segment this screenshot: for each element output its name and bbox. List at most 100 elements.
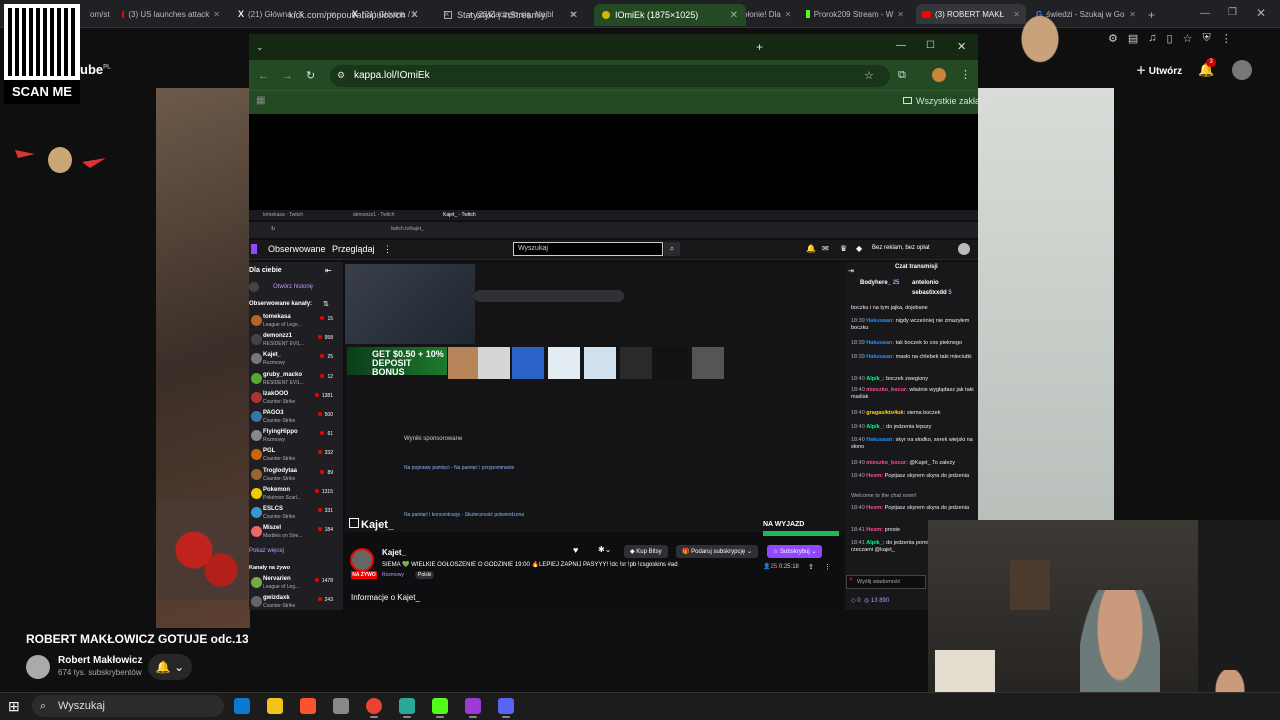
search-icon[interactable]: ⌕ <box>664 242 680 256</box>
more-options-icon[interactable]: ⋮ <box>824 563 831 571</box>
star-icon[interactable]: ☆ <box>864 69 874 82</box>
outer-tab[interactable]: Prorok209 Stream - W ✕ <box>800 4 910 24</box>
sidebar-channel[interactable]: Troglodytaa Counter-Strike 89 <box>249 467 343 485</box>
top-gifter[interactable]: sebastixxdd 5 <box>912 290 952 296</box>
inner-reload-icon[interactable]: ↻ <box>271 226 275 232</box>
profile-avatar[interactable] <box>932 68 946 82</box>
discord-taskbar-icon[interactable] <box>498 698 514 718</box>
search-result-link[interactable]: Na pamięć i koncentrację - Skuteczność p… <box>404 512 524 518</box>
windows-start-icon[interactable]: ⊞ <box>8 698 24 714</box>
language-tag[interactable]: Polski <box>415 571 435 579</box>
collapse-icon[interactable]: ⇤ <box>325 266 332 275</box>
top-gifter[interactable]: antelonio <box>912 280 939 286</box>
twitch-logo-icon[interactable] <box>251 244 257 254</box>
sort-icon[interactable]: ⇅ <box>323 300 329 308</box>
extensions-icon[interactable]: ⧉ <box>898 69 906 82</box>
nav-browse[interactable]: Przeglądaj <box>332 244 375 254</box>
account-avatar[interactable] <box>1232 60 1252 80</box>
close-tab-icon[interactable]: ✕ <box>730 10 738 21</box>
sidebar-channel[interactable]: demonzz1 RESIDENT EVIL... 958 <box>249 332 343 350</box>
close-tab-icon[interactable]: ✕ <box>410 10 418 21</box>
outer-tab[interactable]: om/st <box>80 4 110 24</box>
sidebar-channel[interactable]: gruby_macko RESIDENT EVIL... 12 <box>249 371 343 389</box>
sidebar-channel[interactable]: PAGO3 Counter-Strike 500 <box>249 409 343 427</box>
taskbar-search[interactable]: ⌕ Wyszukaj <box>32 695 224 717</box>
music-icon[interactable]: ♫ <box>1148 32 1156 50</box>
bits-icon[interactable]: ◆ <box>856 244 862 253</box>
app2-taskbar-icon[interactable] <box>399 698 415 718</box>
close-tab-icon[interactable]: ✕ <box>785 10 792 19</box>
stream-category[interactable]: Rozmowy <box>382 572 404 578</box>
sidebar-channel[interactable]: PGL Counter-Strike 332 <box>249 447 343 465</box>
app-taskbar-icon[interactable] <box>333 698 349 714</box>
notification-settings-icon[interactable]: ✱⌄ <box>598 545 611 554</box>
forward-icon[interactable]: → <box>282 70 293 82</box>
close-tab-icon[interactable]: ✕ <box>897 10 904 19</box>
follow-heart-icon[interactable]: ♥ <box>573 545 578 555</box>
sidebar-channel[interactable]: gwizdaxk Counter-Strike 243 <box>249 594 343 612</box>
channel-name[interactable]: Robert Makłowicz <box>58 655 142 666</box>
popup-tab-image[interactable]: IOmiEk (1875×1025) ✕ <box>594 4 746 26</box>
popup-maximize-button[interactable]: ☐ <box>926 40 935 51</box>
close-tab-icon[interactable]: ✕ <box>213 10 220 19</box>
sidebar-channel[interactable]: FlyingHippo Rozmowy 61 <box>249 428 343 446</box>
chrome-taskbar-icon[interactable] <box>366 698 382 718</box>
more-icon[interactable]: ⋮ <box>383 244 392 255</box>
notifications-icon[interactable]: 🔔 <box>806 244 816 253</box>
user-avatar[interactable] <box>958 243 970 255</box>
top-gifter[interactable]: Bodyhere_ 25 <box>860 280 899 286</box>
kick-taskbar-icon[interactable] <box>432 698 448 718</box>
open-history-link[interactable]: Otwórz historię <box>273 284 313 290</box>
edge-taskbar-icon[interactable] <box>234 698 250 714</box>
maximize-button[interactable]: ❐ <box>1228 7 1237 18</box>
app3-taskbar-icon[interactable] <box>465 698 481 718</box>
crown-icon[interactable]: ♛ <box>840 244 847 253</box>
outer-tab[interactable]: (3) ROBERT MAKŁ ✕ <box>916 4 1026 24</box>
youtube-logo[interactable]: ubePL <box>80 62 111 77</box>
nav-following[interactable]: Obserwowane <box>268 244 326 254</box>
gift-sub-button[interactable]: 🎁 Podaruj subskrypcję ⌄ <box>676 545 758 558</box>
chat-input[interactable]: Wyślij wiadomość <box>846 575 926 589</box>
ad-free-button[interactable]: Bez reklam, bez opłat <box>872 245 930 251</box>
channel-avatar[interactable] <box>26 655 50 679</box>
share-icon[interactable]: ⇪ <box>808 563 814 571</box>
all-bookmarks[interactable]: Wszystkie zakładki <box>903 96 992 106</box>
puzzle-icon[interactable]: ⚙ <box>1108 32 1118 50</box>
popup-minimize-button[interactable]: — <box>896 40 906 51</box>
emote-icon[interactable]: ♥ <box>849 577 853 583</box>
popup-tab-instreamly[interactable]: Statystyki | inStreamly ✕ <box>436 4 586 26</box>
reading-list-icon[interactable]: ▤ <box>1128 32 1138 50</box>
channel-points[interactable]: ◇ 0 ◎ 13 890 <box>851 597 889 604</box>
menu-icon[interactable]: ⋮ <box>960 68 971 81</box>
close-tab-icon[interactable]: ✕ <box>1013 10 1020 19</box>
youtube-video-right[interactable] <box>978 88 1114 520</box>
sidebar-channel[interactable]: Kajet_ Rozmowy 25 <box>249 351 343 369</box>
new-tab-button[interactable]: + <box>1148 8 1155 22</box>
create-button[interactable]: ＋ Utwórz <box>1136 62 1182 77</box>
sidebar-channel[interactable]: Pokemon Pokémon Scarl... 1315 <box>249 486 343 504</box>
inner-tab[interactable]: tomekasa - Twitch <box>263 212 303 218</box>
explorer-taskbar-icon[interactable] <box>267 698 283 714</box>
tab-search-icon[interactable]: ⌄ <box>256 42 264 53</box>
subscribe-button[interactable]: ☆ Subskrybuj ⌄ <box>767 545 823 558</box>
sidepanel-icon[interactable]: ▯ <box>1167 32 1173 50</box>
brave-taskbar-icon[interactable] <box>300 698 316 714</box>
buy-bits-button[interactable]: ◆ Kup Bitsy <box>624 545 668 558</box>
close-tab-icon[interactable]: ✕ <box>1129 10 1136 19</box>
reload-icon[interactable]: ↻ <box>306 69 315 82</box>
minimize-button[interactable]: — <box>1200 8 1210 19</box>
sidebar-channel[interactable]: tomekasa League of Lege... 15 <box>249 313 343 331</box>
search-result-link[interactable]: Na poprawę pamięci - Na pamięć i przypom… <box>404 465 514 471</box>
new-tab-button[interactable]: + <box>756 40 763 54</box>
bookmark-icon[interactable]: ☆ <box>1183 32 1193 50</box>
streamer-avatar[interactable] <box>350 548 374 572</box>
collapse-chat-icon[interactable]: ⇥ <box>848 267 854 275</box>
streamer-name[interactable]: Kajet_ <box>382 548 406 557</box>
sidebar-channel[interactable]: IzakOOO Counter-Strike 1381 <box>249 390 343 408</box>
back-icon[interactable]: ← <box>258 70 269 82</box>
close-button[interactable]: ✕ <box>1256 6 1266 20</box>
subscribe-bell-button[interactable]: 🔔 ⌄ <box>148 654 192 680</box>
twitch-search-input[interactable]: Wyszukaj <box>513 242 663 256</box>
inbox-icon[interactable]: ✉ <box>822 244 829 253</box>
popup-close-button[interactable]: ✕ <box>957 40 966 53</box>
